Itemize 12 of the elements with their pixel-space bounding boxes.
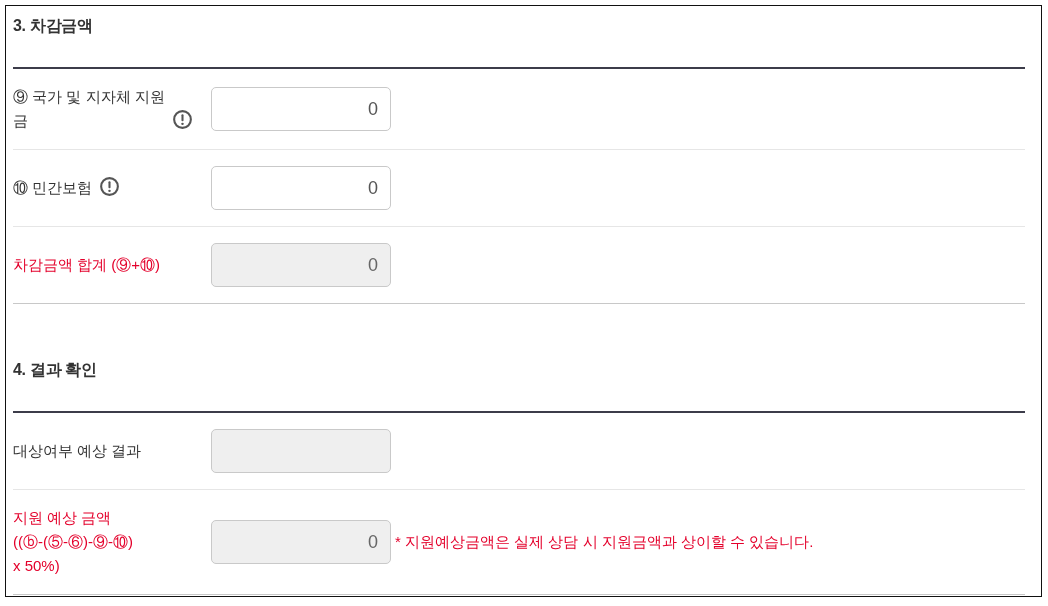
notice-text: * 지원예상금액은 실제 상담 시 지원금액과 상이할 수 있습니다. [395,532,814,552]
field-label: ⑨ 국가 및 지자체 지원금 [13,87,165,131]
field-label: 차감금액 합계 (⑨+⑩) [13,255,161,275]
field-label: ⑩ 민간보험 [13,178,93,198]
field-label: 지원 예상 금액 ((ⓑ-(⑤-⑥)-⑨-⑩) x 50%) [13,508,133,576]
section-heading: 3. 차감금액 [13,16,94,36]
exclamation-circle-icon[interactable] [173,110,192,129]
field-label: 대상여부 예상 결과 [13,441,142,461]
exclamation-circle-icon[interactable] [100,177,120,196]
amount-input[interactable]: 0 [211,87,391,131]
section-heading: 4. 결과 확인 [13,360,98,380]
amount-input[interactable]: 0 [211,166,391,210]
